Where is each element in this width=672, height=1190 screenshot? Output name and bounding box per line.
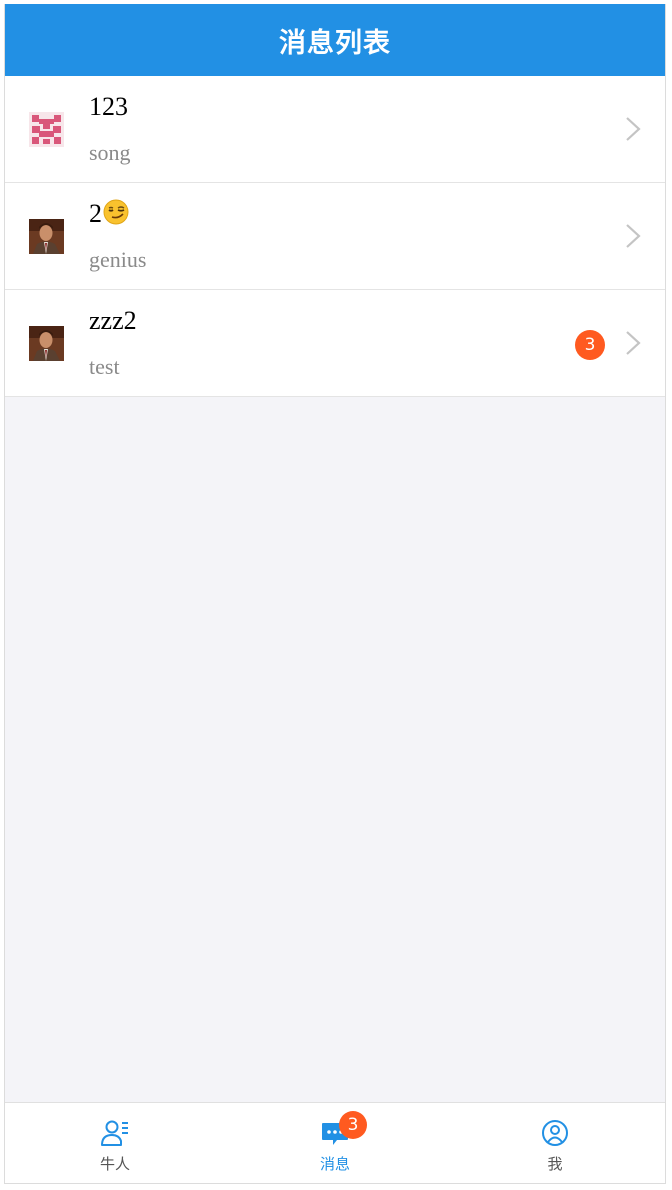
tab-label: 消息	[319, 1155, 350, 1173]
conversation-name-text: 2	[89, 199, 102, 228]
tab-label: 我	[547, 1155, 563, 1173]
tab-people[interactable]: 牛人	[5, 1103, 225, 1183]
app-frame: 消息列表 123 song 2 genius zzz2 test 3 牛人 3 …	[4, 4, 666, 1184]
conversation-row-3[interactable]: zzz2 test 3	[5, 290, 665, 397]
portrait-avatar	[29, 219, 64, 254]
conversation-row-2[interactable]: 2 genius	[5, 183, 665, 290]
chevron-right-icon	[626, 224, 641, 248]
conversation-name: zzz2	[89, 306, 137, 335]
conversation-list: 123 song 2 genius zzz2 test 3	[5, 76, 665, 397]
page-title: 消息列表	[279, 27, 391, 59]
conversation-last-message: test	[89, 354, 120, 379]
tab-unread-badge: 3	[339, 1111, 367, 1139]
user-circle-icon	[542, 1120, 568, 1146]
conversation-name: 123	[89, 92, 128, 121]
conversation-row-1[interactable]: 123 song	[5, 76, 665, 183]
conversation-last-message: genius	[89, 247, 147, 272]
unread-count-badge: 3	[575, 330, 605, 360]
tab-me[interactable]: 我	[445, 1103, 665, 1183]
header-bar: 消息列表	[5, 4, 665, 76]
conversation-name: 2	[89, 199, 129, 232]
tab-messages[interactable]: 3 消息	[225, 1103, 445, 1183]
portrait-avatar	[29, 326, 64, 361]
people-list-icon	[101, 1120, 128, 1146]
tab-label: 牛人	[99, 1155, 130, 1173]
smirking-face-emoji-icon	[103, 199, 129, 232]
conversation-last-message: song	[89, 140, 131, 165]
bottom-tab-bar: 牛人 3 消息 我	[5, 1102, 665, 1183]
chevron-right-icon	[626, 117, 641, 141]
chevron-right-icon	[626, 331, 641, 355]
pixel-pattern-avatar	[29, 112, 64, 147]
